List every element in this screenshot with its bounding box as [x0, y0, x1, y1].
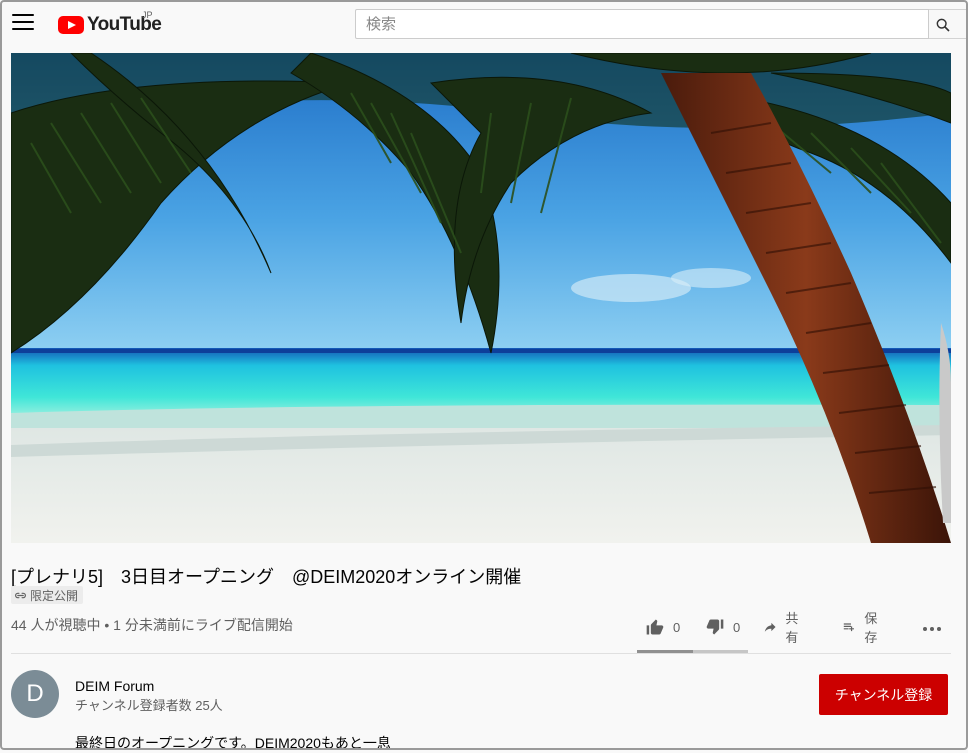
save-button[interactable]: 保存	[842, 611, 883, 645]
search-button[interactable]	[929, 9, 968, 39]
share-label: 共有	[785, 611, 799, 645]
playlist-add-icon	[843, 623, 854, 632]
divider	[11, 653, 951, 654]
search-box	[355, 9, 929, 39]
youtube-logo[interactable]: YouTube JP	[58, 10, 162, 37]
subscribe-button[interactable]: チャンネル登録	[819, 674, 948, 715]
more-actions-button[interactable]	[921, 615, 943, 639]
save-label: 保存	[864, 611, 878, 645]
search-icon	[936, 18, 950, 32]
link-icon	[15, 592, 26, 598]
visibility-label: 限定公開	[30, 588, 79, 603]
share-icon	[764, 622, 776, 632]
dislike-count: 0	[733, 619, 741, 635]
logo-region: JP	[142, 10, 153, 20]
dislike-button[interactable]: 0	[705, 615, 740, 639]
share-button[interactable]: 共有	[763, 611, 804, 645]
channel-name[interactable]: DEIM Forum	[75, 678, 154, 694]
like-button[interactable]: 0	[645, 615, 680, 639]
video-frame	[11, 53, 951, 543]
thumbs-down-icon	[706, 619, 724, 635]
like-count: 0	[673, 619, 681, 635]
menu-icon[interactable]	[12, 14, 34, 32]
youtube-play-icon	[58, 16, 84, 34]
more-icon	[923, 627, 941, 631]
unlisted-badge: 限定公開	[11, 586, 84, 604]
video-title: [プレナリ5] 3日目オープニング @DEIM2020オンライン開催	[11, 567, 522, 587]
video-player[interactable]	[11, 53, 951, 543]
video-description: 最終日のオープニングです。DEIM2020もあと一息	[75, 735, 391, 751]
avatar[interactable]: D	[11, 670, 59, 718]
view-info: 44 人が視聴中 • 1 分未満前にライブ配信開始	[11, 617, 293, 633]
search-input[interactable]	[356, 10, 928, 38]
masthead: YouTube JP	[0, 0, 968, 50]
subscriber-count: チャンネル登録者数 25人	[75, 698, 223, 713]
thumbs-up-icon	[646, 619, 664, 635]
